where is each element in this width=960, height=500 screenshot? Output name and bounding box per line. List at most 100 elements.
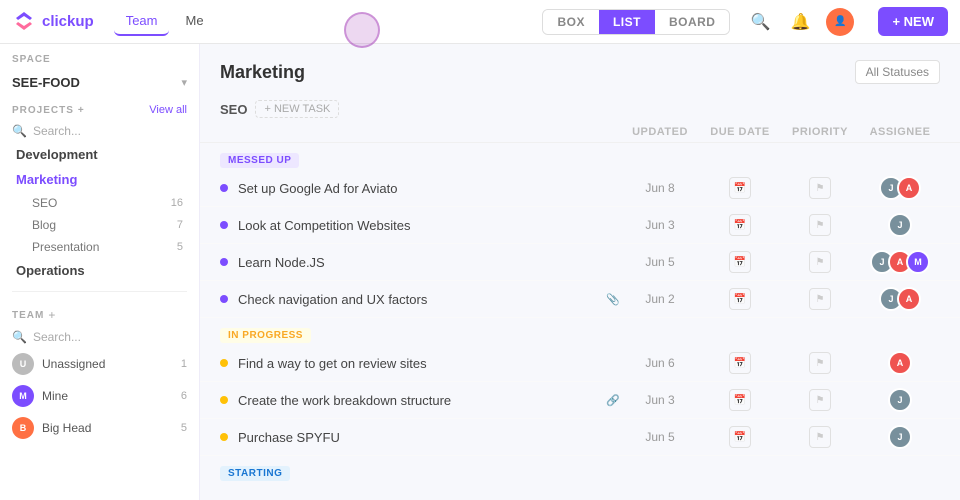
- logo: clickup: [12, 10, 94, 34]
- content-header: Marketing All Statuses: [200, 44, 960, 92]
- nav-tab-team[interactable]: Team: [114, 7, 170, 36]
- task-priority: ⚑: [780, 177, 860, 199]
- calendar-icon[interactable]: 📅: [729, 352, 751, 374]
- projects-label: PROJECTS +: [12, 105, 85, 116]
- task-row[interactable]: Find a way to get on review sites Jun 6 …: [200, 345, 960, 382]
- team-member-bighead[interactable]: B Big Head 5: [0, 412, 199, 444]
- sidebar-item-label: Development: [16, 147, 98, 162]
- assignee-avatar: J: [888, 388, 912, 412]
- member-count-bighead: 5: [181, 422, 187, 434]
- task-cal: 📅: [700, 352, 780, 374]
- team-member-unassigned[interactable]: U Unassigned 1: [0, 348, 199, 380]
- task-row[interactable]: Purchase SPYFU Jun 5 📅 ⚑ J: [200, 419, 960, 456]
- status-filter[interactable]: All Statuses: [855, 60, 940, 84]
- assignee-avatar: A: [897, 287, 921, 311]
- calendar-icon[interactable]: 📅: [729, 214, 751, 236]
- search-icon[interactable]: 🔍: [746, 8, 774, 36]
- sub-label-presentation: Presentation: [32, 240, 99, 254]
- sidebar-search[interactable]: 🔍 Search...: [0, 120, 199, 142]
- calendar-icon[interactable]: 📅: [729, 389, 751, 411]
- task-date: Jun 2: [620, 292, 700, 306]
- task-cal: 📅: [700, 177, 780, 199]
- priority-icon[interactable]: ⚑: [809, 251, 831, 273]
- priority-icon[interactable]: ⚑: [809, 177, 831, 199]
- task-date: Jun 5: [620, 430, 700, 444]
- task-status-dot: [220, 258, 228, 266]
- priority-icon[interactable]: ⚑: [809, 288, 831, 310]
- space-chevron-icon: ▾: [181, 76, 187, 89]
- task-assignee: A: [860, 351, 940, 375]
- task-priority: ⚑: [780, 288, 860, 310]
- sidebar-item-marketing[interactable]: Marketing: [4, 167, 195, 192]
- task-row[interactable]: Create the work breakdown structure 🔗 Ju…: [200, 382, 960, 419]
- task-row[interactable]: Look at Competition Websites Jun 3 📅 ⚑ J: [200, 207, 960, 244]
- sub-count-seo: 16: [171, 197, 183, 209]
- calendar-icon[interactable]: 📅: [729, 288, 751, 310]
- view-tab-box[interactable]: BOX: [543, 10, 599, 34]
- calendar-icon[interactable]: 📅: [729, 251, 751, 273]
- team-search[interactable]: 🔍 Search...: [0, 326, 199, 348]
- task-name: Create the work breakdown structure: [238, 393, 602, 408]
- priority-icon[interactable]: ⚑: [809, 389, 831, 411]
- assignee-avatar: J: [888, 213, 912, 237]
- bell-icon[interactable]: 🔔: [786, 8, 814, 36]
- priority-icon[interactable]: ⚑: [809, 352, 831, 374]
- task-priority: ⚑: [780, 352, 860, 374]
- calendar-icon[interactable]: 📅: [729, 177, 751, 199]
- member-name-unassigned: Unassigned: [42, 357, 173, 371]
- member-count-unassigned: 1: [181, 358, 187, 370]
- task-priority: ⚑: [780, 214, 860, 236]
- sidebar-sub-blog[interactable]: Blog 7: [4, 214, 195, 236]
- sidebar-item-label-marketing: Marketing: [16, 172, 77, 187]
- task-cal: 📅: [700, 288, 780, 310]
- task-row[interactable]: Check navigation and UX factors 📎 Jun 2 …: [200, 281, 960, 318]
- sidebar-item-development[interactable]: Development: [4, 142, 195, 167]
- main-layout: SPACE SEE-FOOD ▾ PROJECTS + View all 🔍 S…: [0, 44, 960, 500]
- sidebar-sub-presentation[interactable]: Presentation 5: [4, 236, 195, 258]
- priority-icon[interactable]: ⚑: [809, 214, 831, 236]
- task-cal: 📅: [700, 214, 780, 236]
- team-search-icon: 🔍: [12, 330, 27, 344]
- space-name-row[interactable]: SEE-FOOD ▾: [0, 69, 199, 96]
- team-member-mine[interactable]: M Mine 6: [0, 380, 199, 412]
- task-name: Set up Google Ad for Aviato: [238, 181, 620, 196]
- priority-icon[interactable]: ⚑: [809, 426, 831, 448]
- starting-section: STARTING: [200, 456, 960, 483]
- add-project-icon[interactable]: +: [78, 105, 85, 116]
- badge-in-progress: IN PROGRESS: [220, 328, 311, 343]
- task-row[interactable]: Set up Google Ad for Aviato Jun 8 📅 ⚑ J …: [200, 170, 960, 207]
- badge-messed-up: MESSED UP: [220, 153, 299, 168]
- top-nav: clickup Team Me BOX LIST BOARD 🔍 🔔 👤 + N…: [0, 0, 960, 44]
- task-cal: 📅: [700, 251, 780, 273]
- nav-tab-me[interactable]: Me: [173, 7, 215, 36]
- sidebar-sub-seo[interactable]: SEO 16: [4, 192, 195, 214]
- new-button[interactable]: + NEW: [878, 7, 948, 36]
- task-date: Jun 3: [620, 218, 700, 232]
- logo-text: clickup: [42, 13, 94, 30]
- task-assignee: J A M: [860, 250, 940, 274]
- member-count-mine: 6: [181, 390, 187, 402]
- task-name: Learn Node.JS: [238, 255, 620, 270]
- page-title: Marketing: [220, 62, 305, 83]
- view-all-link[interactable]: View all: [149, 104, 187, 116]
- view-tab-board[interactable]: BOARD: [655, 10, 730, 34]
- sub-label-blog: Blog: [32, 218, 56, 232]
- task-table-header: UPDATED DUE DATE PRIORITY ASSIGNEE: [200, 122, 960, 143]
- member-name-mine: Mine: [42, 389, 173, 403]
- task-row[interactable]: Learn Node.JS Jun 5 📅 ⚑ J A M: [200, 244, 960, 281]
- assignee-avatar: A: [888, 351, 912, 375]
- new-task-button[interactable]: + NEW TASK: [255, 100, 339, 118]
- task-date: Jun 5: [620, 255, 700, 269]
- task-date: Jun 3: [620, 393, 700, 407]
- sidebar-item-operations[interactable]: Operations: [4, 258, 195, 283]
- view-tabs: BOX LIST BOARD: [542, 9, 730, 35]
- task-name: Find a way to get on review sites: [238, 356, 620, 371]
- sidebar: SPACE SEE-FOOD ▾ PROJECTS + View all 🔍 S…: [0, 44, 200, 500]
- task-status-dot: [220, 221, 228, 229]
- view-tab-list[interactable]: LIST: [599, 10, 655, 34]
- user-avatar[interactable]: 👤: [826, 8, 854, 36]
- calendar-icon[interactable]: 📅: [729, 426, 751, 448]
- add-team-icon[interactable]: +: [48, 308, 55, 322]
- sidebar-divider: [12, 291, 187, 292]
- col-assignee: ASSIGNEE: [860, 126, 940, 138]
